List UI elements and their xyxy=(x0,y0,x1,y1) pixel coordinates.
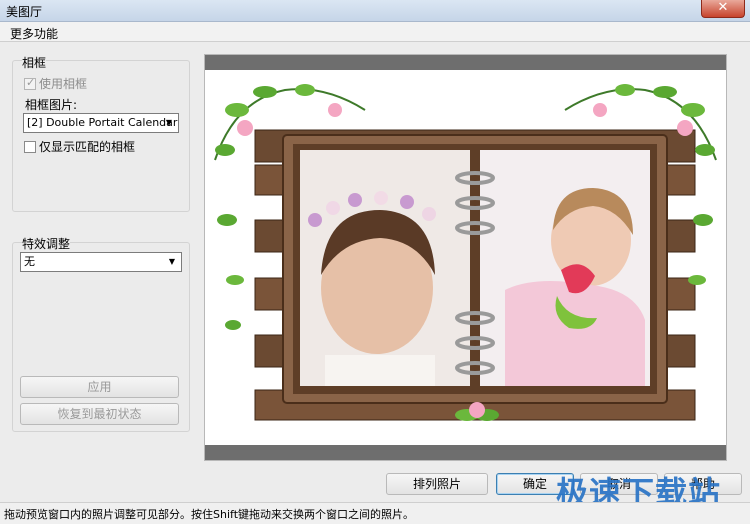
frame-image-value: [2] Double Portait Calendar xyxy=(27,116,178,129)
effect-value: 无 xyxy=(24,255,35,268)
use-frame-label: 使用相框 xyxy=(39,77,88,91)
only-matching-label: 仅显示匹配的相框 xyxy=(39,140,136,154)
chevron-down-icon[interactable]: ▼ xyxy=(162,116,176,130)
effect-select[interactable]: 无 ▼ xyxy=(20,252,182,272)
preview-bottom-bar xyxy=(205,445,726,460)
arrange-photos-button[interactable]: 排列照片 xyxy=(386,473,488,495)
frame-group-title: 相框 xyxy=(22,54,47,71)
only-matching-row[interactable]: 仅显示匹配的相框 xyxy=(24,138,135,155)
frame-preview[interactable] xyxy=(204,54,727,461)
frame-image-select[interactable]: [2] Double Portait Calendar ▼ xyxy=(23,113,179,133)
only-matching-checkbox[interactable] xyxy=(24,140,36,153)
status-text: 拖动预览窗口内的照片调整可见部分。按住Shift键拖动来交换两个窗口之间的照片。 xyxy=(4,508,414,521)
menu-bar: 更多功能 xyxy=(0,22,750,42)
window-title: 美图厅 xyxy=(6,5,43,19)
close-button[interactable]: ✕ xyxy=(701,0,745,18)
preview-top-bar xyxy=(205,55,726,70)
effect-group-title: 特效调整 xyxy=(22,235,71,252)
calendar-frame-image xyxy=(214,84,717,421)
restore-button[interactable]: 恢复到最初状态 xyxy=(20,403,179,425)
title-bar: 美图厅 ✕ xyxy=(0,0,750,22)
apply-button[interactable]: 应用 xyxy=(20,376,179,398)
menu-item-more-features[interactable]: 更多功能 xyxy=(10,25,58,42)
close-icon: ✕ xyxy=(717,0,729,15)
use-frame-checkbox[interactable] xyxy=(24,76,36,90)
use-frame-row[interactable]: 使用相框 xyxy=(24,75,87,92)
status-bar: 拖动预览窗口内的照片调整可见部分。按住Shift键拖动来交换两个窗口之间的照片。 xyxy=(0,502,750,524)
frame-image-label: 相框图片: xyxy=(25,98,78,112)
main-area: 相框 使用相框 相框图片: [2] Double Portait Calenda… xyxy=(0,42,750,502)
chevron-down-icon[interactable]: ▼ xyxy=(165,255,179,269)
